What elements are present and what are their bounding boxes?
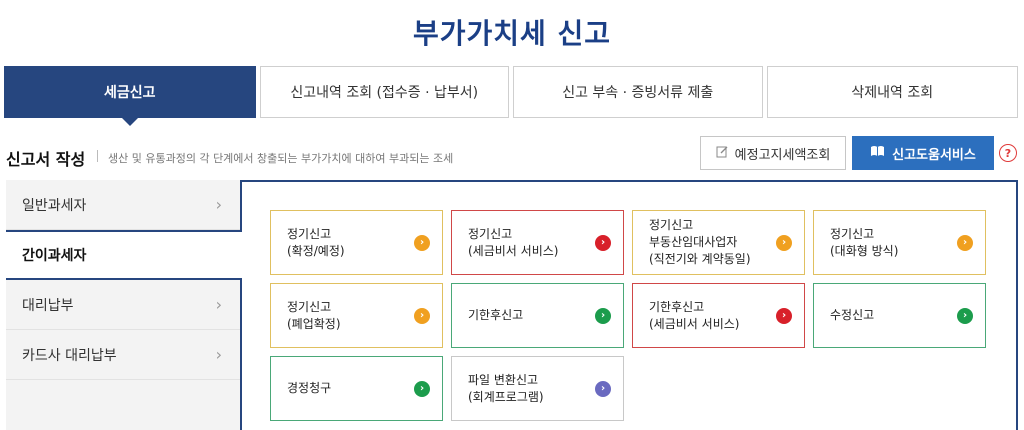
- card-late-filing-tax-secretary[interactable]: 기한후신고 (세금비서 서비스) ›: [632, 283, 805, 348]
- section-description: 생산 및 유통과정의 각 단계에서 창출되는 부가가치에 대하여 부과되는 조세: [108, 152, 454, 165]
- card-regular-filing-tax-secretary[interactable]: 정기신고 (세금비서 서비스) ›: [451, 210, 624, 275]
- card-label: 정기신고 (세금비서 서비스): [468, 226, 559, 258]
- section-title: 신고서 작성: [6, 150, 86, 169]
- arrow-right-icon: ›: [595, 307, 611, 324]
- arrow-right-icon: ›: [595, 234, 611, 251]
- arrow-right-icon: ›: [414, 307, 430, 324]
- section-divider: [97, 150, 98, 162]
- chevron-right-icon: ›: [215, 295, 222, 314]
- arrow-right-icon: ›: [595, 380, 611, 397]
- section-header: 신고서 작성 생산 및 유통과정의 각 단계에서 창출되는 부가가치에 대하여 …: [6, 136, 1018, 172]
- edit-icon: [716, 145, 729, 162]
- main-tabs: 세금신고 신고내역 조회 (접수증 · 납부서) 신고 부속 · 증빙서류 제출…: [4, 66, 1018, 126]
- notice-tax-query-button[interactable]: 예정고지세액조회: [700, 136, 846, 170]
- filing-help-service-label: 신고도움서비스: [892, 147, 976, 163]
- arrow-right-icon: ›: [776, 234, 792, 251]
- card-amended-filing[interactable]: 수정신고 ›: [813, 283, 986, 348]
- card-regular-filing-real-estate[interactable]: 정기신고 부동산임대사업자 (직전기와 계약동일) ›: [632, 210, 805, 275]
- card-file-conversion-filing[interactable]: 파일 변환신고 (회계프로그램) ›: [451, 356, 624, 421]
- chevron-right-icon: ›: [215, 345, 222, 364]
- chevron-right-icon: ›: [215, 195, 222, 214]
- card-correction-claim[interactable]: 경정청구 ›: [270, 356, 443, 421]
- arrow-right-icon: ›: [957, 234, 973, 251]
- sidebar-item-label: 일반과세자: [22, 197, 87, 214]
- tab-attachment-submit[interactable]: 신고 부속 · 증빙서류 제출: [513, 66, 763, 118]
- page-title: 부가가치세 신고: [412, 17, 612, 50]
- sidebar-item-card-proxy-payment[interactable]: 카드사 대리납부 ›: [6, 330, 240, 380]
- arrow-right-icon: ›: [776, 307, 792, 324]
- arrow-right-icon: ›: [414, 380, 430, 397]
- card-regular-filing-closure[interactable]: 정기신고 (폐업확정) ›: [270, 283, 443, 348]
- arrow-right-icon: ›: [957, 307, 973, 324]
- sidebar-item-label: 대리납부: [22, 297, 74, 314]
- tab-filing-history[interactable]: 신고내역 조회 (접수증 · 납부서): [259, 66, 509, 118]
- tab-deleted-history[interactable]: 삭제내역 조회: [766, 66, 1018, 118]
- card-late-filing[interactable]: 기한후신고 ›: [451, 283, 624, 348]
- notice-tax-query-label: 예정고지세액조회: [734, 147, 831, 163]
- card-label: 파일 변환신고 (회계프로그램): [468, 372, 544, 404]
- card-label: 정기신고 부동산임대사업자 (직전기와 계약동일): [649, 218, 751, 266]
- book-icon: [870, 145, 885, 161]
- card-label: 경정청구: [287, 381, 332, 395]
- sidebar-item-proxy-payment[interactable]: 대리납부 ›: [6, 280, 240, 330]
- card-label: 정기신고 (폐업확정): [287, 299, 341, 331]
- arrow-right-icon: ›: [414, 234, 430, 251]
- sidebar-item-label: 카드사 대리납부: [22, 347, 117, 364]
- card-label: 정기신고 (대화형 방식): [830, 226, 899, 258]
- sidebar-item-simplified-taxpayer[interactable]: 간이과세자: [6, 230, 242, 280]
- card-label: 기한후신고: [468, 308, 524, 322]
- sidebar-item-label: 간이과세자: [22, 248, 87, 264]
- filing-help-service-button[interactable]: 신고도움서비스: [852, 136, 994, 170]
- sidebar-item-general-taxpayer[interactable]: 일반과세자 ›: [6, 180, 240, 230]
- tab-tax-filing[interactable]: 세금신고: [4, 66, 256, 126]
- card-regular-filing-interactive[interactable]: 정기신고 (대화형 방식) ›: [813, 210, 986, 275]
- help-question-icon[interactable]: ?: [999, 144, 1017, 162]
- card-label: 기한후신고 (세금비서 서비스): [649, 299, 740, 331]
- card-label: 수정신고: [830, 308, 875, 322]
- filing-options-panel: 정기신고 (확정/예정) › 정기신고 (세금비서 서비스) › 정기신고 부동…: [242, 180, 1018, 430]
- taxpayer-type-sidebar: 일반과세자 › 간이과세자 대리납부 › 카드사 대리납부 ›: [6, 180, 242, 430]
- card-regular-filing-confirm[interactable]: 정기신고 (확정/예정) ›: [270, 210, 443, 275]
- card-label: 정기신고 (확정/예정): [287, 226, 345, 258]
